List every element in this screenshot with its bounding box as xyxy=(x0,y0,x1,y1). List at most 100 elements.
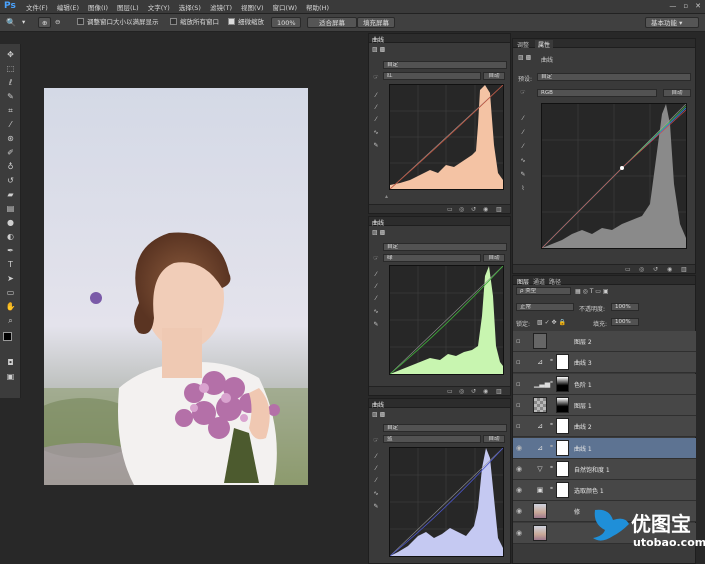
channel-select[interactable]: 绿 xyxy=(383,254,481,262)
marquee-tool-icon[interactable]: ⬚ xyxy=(4,62,17,75)
menu-item[interactable]: 文字(Y) xyxy=(148,2,170,12)
move-tool-icon[interactable]: ✥ xyxy=(4,48,17,61)
link-icon[interactable]: ⚭ xyxy=(549,357,554,364)
eye-icon[interactable]: ▫ xyxy=(516,422,521,430)
smooth-icon[interactable]: ⌇ xyxy=(519,185,527,193)
link-icon[interactable]: ⚭ xyxy=(549,464,554,471)
menu-item[interactable]: 选择(S) xyxy=(179,2,201,12)
target-adjust-icon[interactable]: ☞ xyxy=(519,89,527,97)
curve-point-icon[interactable]: ∿ xyxy=(519,157,527,165)
fill-screen-button[interactable]: 填充屏幕 xyxy=(357,17,395,28)
layer-row[interactable]: ▫ 图层 2 xyxy=(513,331,696,352)
tab-properties[interactable]: 属性 xyxy=(535,40,554,49)
channel-select[interactable]: 蓝 xyxy=(383,435,481,443)
link-icon[interactable]: ⚭ xyxy=(549,421,554,428)
close-icon[interactable]: ✕ xyxy=(695,2,701,10)
pencil-icon[interactable]: ✎ xyxy=(372,142,380,150)
curve-control-point[interactable] xyxy=(620,166,624,170)
link-icon[interactable]: ⚭ xyxy=(549,443,554,450)
zoom-100-button[interactable]: 100% xyxy=(271,17,301,28)
gray-eyedropper-icon[interactable]: ⁄ xyxy=(372,283,380,291)
workspace-select[interactable]: 基本功能 ▾ xyxy=(645,17,699,28)
curve-point-icon[interactable]: ∿ xyxy=(372,308,380,316)
eye-icon[interactable]: ▫ xyxy=(516,358,521,366)
curves-graph-red[interactable] xyxy=(389,84,504,190)
white-eyedropper-icon[interactable]: ⁄ xyxy=(372,477,380,485)
range-slider[interactable]: ▴ xyxy=(385,193,388,200)
curves-graph-rgb[interactable] xyxy=(541,103,687,249)
zoom-tool-icon[interactable]: 🔍 xyxy=(6,17,16,28)
dropdown-arrow-icon[interactable]: ▾ xyxy=(22,17,25,28)
blend-mode-select[interactable]: 正常 xyxy=(516,303,574,311)
quick-mask-icon[interactable]: ◘ xyxy=(4,356,17,369)
menu-item[interactable]: 图像(I) xyxy=(88,2,108,12)
auto-button[interactable]: 自动 xyxy=(483,72,505,80)
layer-row[interactable]: ▫ 图层 1 xyxy=(513,394,696,416)
type-tool-icon[interactable]: T xyxy=(4,258,17,271)
scrubby-zoom-checkbox[interactable]: 细微缩放 xyxy=(228,17,264,28)
auto-button[interactable]: 自动 xyxy=(483,254,505,262)
auto-button[interactable]: 自动 xyxy=(663,89,691,97)
minimize-icon[interactable]: — xyxy=(669,2,676,10)
layer-mask[interactable] xyxy=(556,460,569,477)
hand-tool-icon[interactable]: ✋ xyxy=(4,300,17,313)
white-eyedropper-icon[interactable]: ⁄ xyxy=(519,143,527,151)
menu-item[interactable]: 文件(F) xyxy=(26,2,48,12)
clone-stamp-icon[interactable]: ♁ xyxy=(4,160,17,173)
link-icon[interactable]: ⚭ xyxy=(549,485,554,492)
reset-icon[interactable]: ↺ xyxy=(653,266,658,273)
target-adjust-icon[interactable]: ☞ xyxy=(372,255,380,263)
layer-mask[interactable] xyxy=(556,375,569,392)
view-previous-icon[interactable]: ◎ xyxy=(459,206,464,213)
fill-input[interactable]: 100% xyxy=(611,318,639,326)
opacity-input[interactable]: 100% xyxy=(611,303,639,311)
channel-select[interactable]: RGB xyxy=(537,89,657,97)
target-adjust-icon[interactable]: ☞ xyxy=(372,74,380,82)
black-eyedropper-icon[interactable]: ⁄ xyxy=(372,453,380,461)
eye-icon[interactable]: ▫ xyxy=(516,337,521,345)
white-eyedropper-icon[interactable]: ⁄ xyxy=(372,295,380,303)
menu-item[interactable]: 滤镜(T) xyxy=(210,2,232,12)
auto-button[interactable]: 自动 xyxy=(483,435,505,443)
screen-mode-icon[interactable]: ▣ xyxy=(4,370,17,383)
eye-icon[interactable]: ◉ xyxy=(516,444,522,452)
black-eyedropper-icon[interactable]: ⁄ xyxy=(519,115,527,123)
layer-mask[interactable] xyxy=(556,439,569,456)
foreground-color-swatch[interactable] xyxy=(3,332,12,341)
curves-graph-green[interactable] xyxy=(389,265,504,375)
view-previous-icon[interactable]: ◎ xyxy=(639,266,644,273)
layer-row[interactable]: ▫ ⊿ ⚭ 曲线 2 xyxy=(513,416,696,438)
tab-layers-1[interactable]: 通道 xyxy=(533,277,545,286)
eye-icon[interactable]: ◉ xyxy=(516,465,522,473)
menu-item[interactable]: 视图(V) xyxy=(241,2,264,12)
layer-row[interactable]: ▫ ⊿ ⚭ 曲线 3 xyxy=(513,352,696,374)
clip-icon[interactable]: ▭ xyxy=(447,388,453,395)
tab-adjustments[interactable]: 调整 xyxy=(517,40,529,49)
layer-row[interactable]: ◉ ⊿ ⚭ 曲线 1 xyxy=(513,437,696,459)
menu-item[interactable]: 窗口(W) xyxy=(273,2,298,12)
gray-eyedropper-icon[interactable]: ⁄ xyxy=(519,129,527,137)
layer-mask[interactable] xyxy=(556,482,569,499)
clip-icon[interactable]: ▭ xyxy=(625,266,631,273)
path-select-icon[interactable]: ➤ xyxy=(4,272,17,285)
document-canvas[interactable] xyxy=(44,88,308,485)
curve-point-icon[interactable]: ∿ xyxy=(372,129,380,137)
layer-row[interactable]: ◉ ▽ ⚭ 自然饱和度 1 xyxy=(513,458,696,480)
gradient-tool-icon[interactable]: ▤ xyxy=(4,202,17,215)
restore-icon[interactable]: ▫ xyxy=(683,2,688,10)
preset-select[interactable]: 自定 xyxy=(537,73,691,81)
trash-icon[interactable]: ▥ xyxy=(496,388,502,395)
pen-tool-icon[interactable]: ✒ xyxy=(4,244,17,257)
tab-curves[interactable]: 曲线 xyxy=(372,218,384,227)
channel-select[interactable]: 红 xyxy=(383,72,481,80)
visibility-icon[interactable]: ◉ xyxy=(667,266,672,273)
eye-icon[interactable]: ◉ xyxy=(516,486,522,494)
preset-select[interactable]: 自定 xyxy=(383,243,507,251)
lasso-tool-icon[interactable]: ℓ xyxy=(4,76,17,89)
menu-item[interactable]: 帮助(H) xyxy=(306,2,329,12)
tab-curves[interactable]: 曲线 xyxy=(372,400,384,409)
clip-icon[interactable]: ▭ xyxy=(447,206,453,213)
brush-tool-icon[interactable]: ✐ xyxy=(4,146,17,159)
pencil-icon[interactable]: ✎ xyxy=(372,321,380,329)
black-eyedropper-icon[interactable]: ⁄ xyxy=(372,92,380,100)
